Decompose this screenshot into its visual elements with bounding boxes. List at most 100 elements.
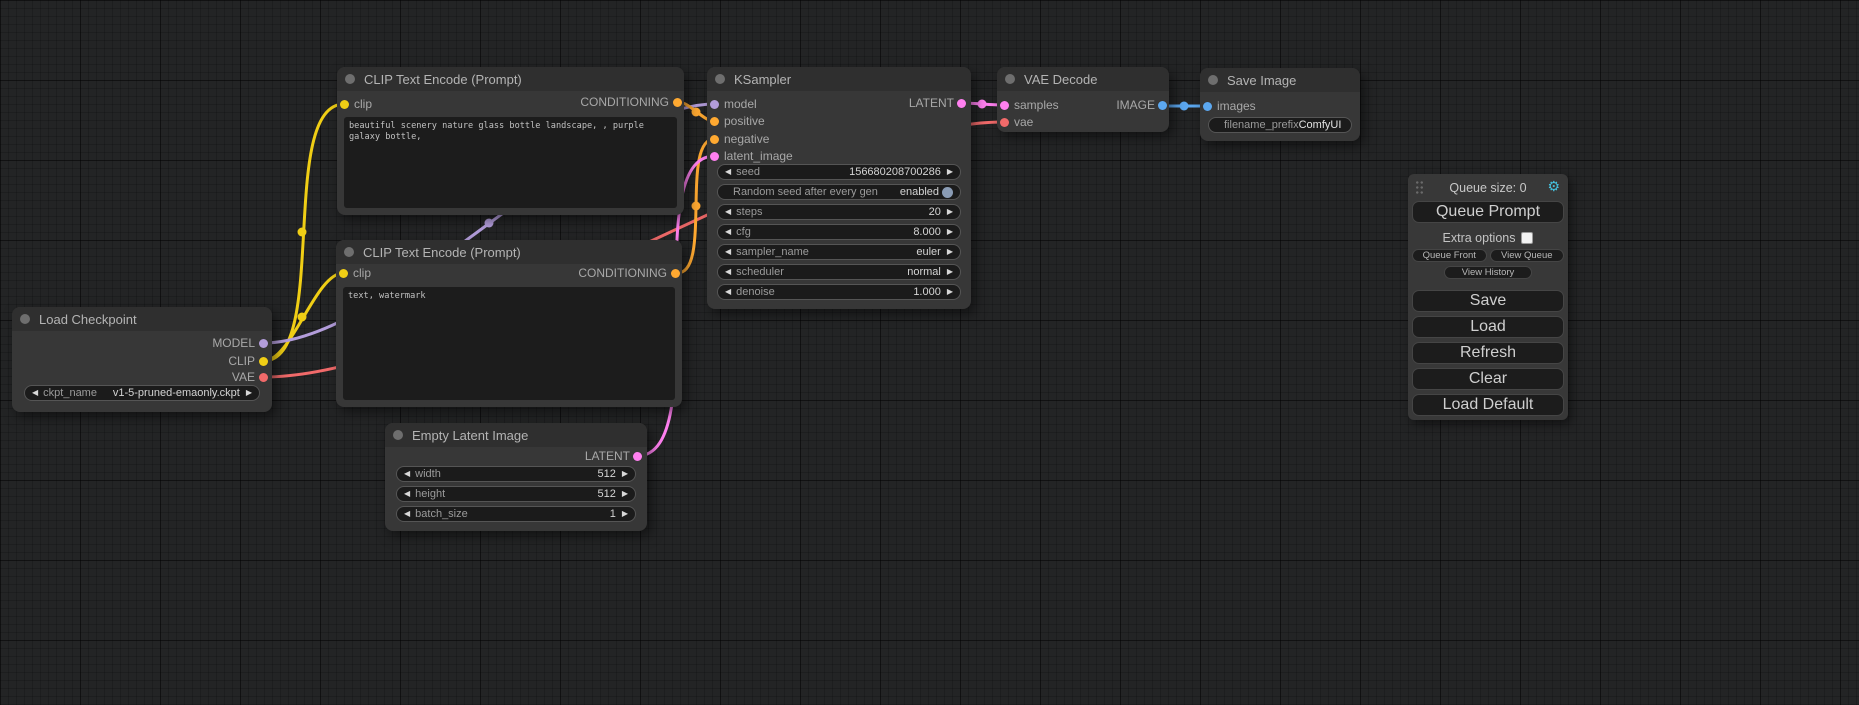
widget-width[interactable]: ◀ width 512 ▶ (396, 466, 636, 482)
decrement-arrow-icon[interactable]: ◀ (32, 385, 38, 401)
node-title-bar[interactable]: KSampler (707, 67, 971, 91)
decrement-arrow-icon[interactable]: ◀ (404, 506, 410, 522)
output-dot-vae[interactable] (259, 373, 268, 382)
widget-scheduler[interactable]: ◀ scheduler normal ▶ (717, 264, 961, 280)
collapse-dot-icon[interactable] (20, 314, 30, 324)
view-queue-button[interactable]: View Queue (1490, 249, 1565, 262)
widget-batch-size[interactable]: ◀ batch_size 1 ▶ (396, 506, 636, 522)
output-slot-latent: LATENT (585, 448, 647, 464)
extra-options-checkbox[interactable] (1521, 232, 1533, 244)
widget-filename-prefix[interactable]: filename_prefix ComfyUI (1208, 117, 1352, 133)
output-label: MODEL (212, 336, 255, 350)
widget-steps[interactable]: ◀ steps 20 ▶ (717, 204, 961, 220)
input-dot-model[interactable] (710, 100, 719, 109)
decrement-arrow-icon[interactable]: ◀ (725, 244, 731, 260)
input-dot-images[interactable] (1203, 102, 1212, 111)
collapse-dot-icon[interactable] (345, 74, 355, 84)
input-dot-clip[interactable] (339, 269, 348, 278)
input-dot-positive[interactable] (710, 117, 719, 126)
widget-cfg[interactable]: ◀ cfg 8.000 ▶ (717, 224, 961, 240)
queue-front-button[interactable]: Queue Front (1412, 249, 1487, 262)
input-slot-latent-image: latent_image (707, 148, 793, 164)
toggle-dot-icon[interactable] (942, 187, 953, 198)
save-button[interactable]: Save (1412, 290, 1564, 312)
output-label: LATENT (585, 449, 630, 463)
increment-arrow-icon[interactable]: ▶ (947, 204, 953, 220)
widget-label: batch_size (415, 508, 468, 520)
decrement-arrow-icon[interactable]: ◀ (725, 164, 731, 180)
graph-canvas[interactable]: { "colors": { "model": "#B39DDB", "clip"… (0, 0, 1859, 705)
output-label: CONDITIONING (580, 95, 669, 109)
load-default-button[interactable]: Load Default (1412, 394, 1564, 416)
decrement-arrow-icon[interactable]: ◀ (404, 486, 410, 502)
node-clip-text-encode-negative[interactable]: CLIP Text Encode (Prompt) clip CONDITION… (336, 240, 682, 407)
input-dot-latent-image[interactable] (710, 152, 719, 161)
widget-label: sampler_name (736, 246, 809, 258)
increment-arrow-icon[interactable]: ▶ (947, 284, 953, 300)
node-title-bar[interactable]: Empty Latent Image (385, 423, 647, 447)
node-title-bar[interactable]: Load Checkpoint (12, 307, 272, 331)
collapse-dot-icon[interactable] (1005, 74, 1015, 84)
output-dot-model[interactable] (259, 339, 268, 348)
load-button[interactable]: Load (1412, 316, 1564, 338)
widget-ckpt-name[interactable]: ◀ ckpt_name v1-5-pruned-emaonly.ckpt ▶ (24, 385, 260, 401)
decrement-arrow-icon[interactable]: ◀ (404, 466, 410, 482)
increment-arrow-icon[interactable]: ▶ (947, 164, 953, 180)
output-dot-image[interactable] (1158, 101, 1167, 110)
output-dot-latent[interactable] (633, 452, 642, 461)
increment-arrow-icon[interactable]: ▶ (947, 244, 953, 260)
node-save-image[interactable]: Save Image images filename_prefix ComfyU… (1200, 68, 1360, 141)
node-empty-latent-image[interactable]: Empty Latent Image LATENT ◀ width 512 ▶ … (385, 423, 647, 531)
increment-arrow-icon[interactable]: ▶ (246, 385, 252, 401)
increment-arrow-icon[interactable]: ▶ (622, 466, 628, 482)
output-slot-vae: VAE (232, 369, 272, 385)
input-label: latent_image (724, 149, 793, 163)
decrement-arrow-icon[interactable]: ◀ (725, 264, 731, 280)
increment-arrow-icon[interactable]: ▶ (622, 506, 628, 522)
node-title-bar[interactable]: CLIP Text Encode (Prompt) (336, 240, 682, 264)
menu-header: Queue size: 0 ⚙ (1412, 179, 1564, 197)
node-clip-text-encode-positive[interactable]: CLIP Text Encode (Prompt) clip CONDITION… (337, 67, 684, 215)
widget-random-seed-toggle[interactable]: Random seed after every gen enabled (717, 184, 961, 200)
decrement-arrow-icon[interactable]: ◀ (725, 284, 731, 300)
output-label: CLIP (228, 354, 255, 368)
increment-arrow-icon[interactable]: ▶ (622, 486, 628, 502)
view-history-button[interactable]: View History (1444, 266, 1532, 279)
node-title-label: CLIP Text Encode (Prompt) (364, 72, 522, 87)
node-vae-decode[interactable]: VAE Decode samples vae IMAGE (997, 67, 1169, 132)
decrement-arrow-icon[interactable]: ◀ (725, 224, 731, 240)
output-dot-conditioning[interactable] (671, 269, 680, 278)
refresh-button[interactable]: Refresh (1412, 342, 1564, 364)
decrement-arrow-icon[interactable]: ◀ (725, 204, 731, 220)
increment-arrow-icon[interactable]: ▶ (947, 224, 953, 240)
widget-sampler-name[interactable]: ◀ sampler_name euler ▶ (717, 244, 961, 260)
node-title-bar[interactable]: CLIP Text Encode (Prompt) (337, 67, 684, 91)
widget-height[interactable]: ◀ height 512 ▶ (396, 486, 636, 502)
queue-prompt-button[interactable]: Queue Prompt (1412, 201, 1564, 223)
drag-handle-icon[interactable] (1415, 180, 1424, 195)
widget-value: 1 (610, 508, 616, 520)
input-dot-clip[interactable] (340, 100, 349, 109)
input-dot-vae[interactable] (1000, 118, 1009, 127)
widget-denoise[interactable]: ◀ denoise 1.000 ▶ (717, 284, 961, 300)
increment-arrow-icon[interactable]: ▶ (947, 264, 953, 280)
collapse-dot-icon[interactable] (393, 430, 403, 440)
clear-button[interactable]: Clear (1412, 368, 1564, 390)
prompt-text-area[interactable]: text, watermark (343, 287, 675, 400)
collapse-dot-icon[interactable] (344, 247, 354, 257)
node-title-bar[interactable]: Save Image (1200, 68, 1360, 92)
output-dot-latent[interactable] (957, 99, 966, 108)
node-ksampler[interactable]: KSampler model positive negative latent_… (707, 67, 971, 309)
widget-label: seed (736, 166, 760, 178)
widget-seed[interactable]: ◀ seed 156680208700286 ▶ (717, 164, 961, 180)
input-dot-negative[interactable] (710, 135, 719, 144)
output-dot-clip[interactable] (259, 357, 268, 366)
prompt-text-area[interactable]: beautiful scenery nature glass bottle la… (344, 117, 677, 208)
collapse-dot-icon[interactable] (1208, 75, 1218, 85)
node-load-checkpoint[interactable]: Load Checkpoint MODEL CLIP VAE ◀ ckpt_na… (12, 307, 272, 412)
node-title-bar[interactable]: VAE Decode (997, 67, 1169, 91)
collapse-dot-icon[interactable] (715, 74, 725, 84)
output-dot-conditioning[interactable] (673, 98, 682, 107)
settings-gear-icon[interactable]: ⚙ (1547, 178, 1560, 195)
input-dot-samples[interactable] (1000, 101, 1009, 110)
